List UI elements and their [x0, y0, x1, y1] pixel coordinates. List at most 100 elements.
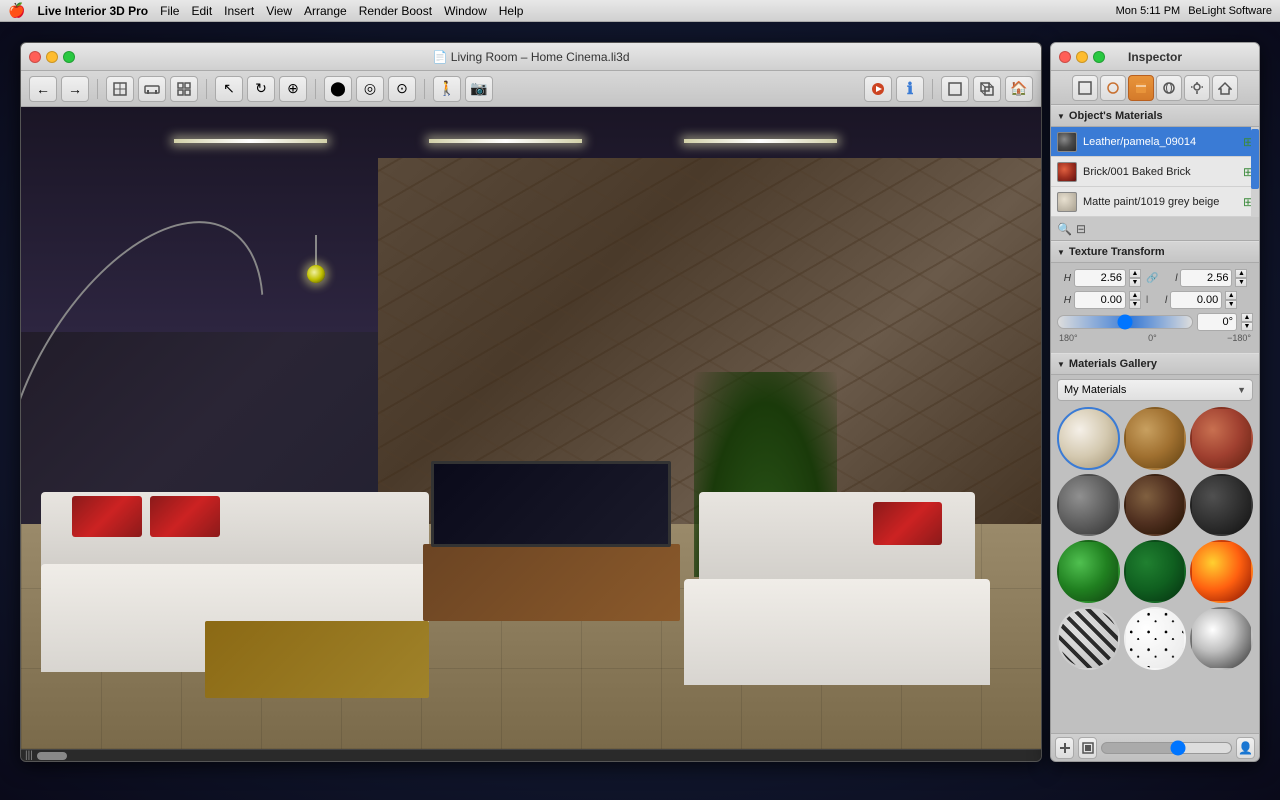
material-item-brick[interactable]: Brick/001 Baked Brick ⊞	[1051, 157, 1259, 187]
3d-view-button[interactable]	[973, 76, 1001, 102]
gallery-item-dark[interactable]	[1190, 474, 1253, 537]
angle-labels: 180° 0° −180°	[1057, 333, 1253, 343]
walk-tool[interactable]: 🚶	[433, 76, 461, 102]
separator-2	[206, 79, 207, 99]
insert-menu[interactable]: Insert	[224, 4, 254, 18]
pendant-light	[307, 235, 325, 283]
angle-stepper[interactable]: ▲ ▼	[1241, 313, 1253, 331]
angle-input[interactable]	[1197, 313, 1237, 331]
gallery-item-fire[interactable]	[1190, 540, 1253, 603]
home-view-button[interactable]: 🏠	[1005, 76, 1033, 102]
ring-tool[interactable]: ◎	[356, 76, 384, 102]
angle-slider[interactable]	[1057, 315, 1193, 329]
angle-up[interactable]: ▲	[1241, 313, 1253, 322]
camera-tool[interactable]: 📷	[465, 76, 493, 102]
render-button[interactable]	[864, 76, 892, 102]
inspector-close[interactable]	[1059, 51, 1071, 63]
3d-scene[interactable]	[21, 107, 1041, 749]
main-area: 📄 Living Room – Home Cinema.li3d ← → ↖ ↻…	[0, 22, 1280, 800]
separator-1	[97, 79, 98, 99]
gallery-item-wood-light[interactable]	[1124, 407, 1187, 470]
scrollbar-thumb[interactable]	[37, 752, 67, 760]
app-menu[interactable]: Live Interior 3D Pro	[37, 4, 148, 18]
orbit-tool[interactable]: ↻	[247, 76, 275, 102]
help-menu[interactable]: Help	[499, 4, 524, 18]
offset-x-down[interactable]: ▼	[1129, 300, 1141, 309]
render-boost-menu[interactable]: Render Boost	[359, 4, 432, 18]
offset-y-down[interactable]: ▼	[1225, 300, 1237, 309]
fullscreen-button[interactable]	[63, 51, 75, 63]
furnish-button[interactable]	[138, 76, 166, 102]
gallery-section-header: ▼ Materials Gallery	[1051, 353, 1259, 375]
scale-y-down[interactable]: ▼	[1235, 278, 1247, 287]
cylinder-tool[interactable]: ⊙	[388, 76, 416, 102]
add-material-button[interactable]	[1055, 737, 1074, 759]
grid-view-icon[interactable]: ⊟	[1076, 222, 1086, 236]
gallery-item-cream[interactable]	[1057, 407, 1120, 470]
inspector-sphere-tab[interactable]	[1156, 75, 1182, 101]
material-item-paint[interactable]: Matte paint/1019 grey beige ⊞	[1051, 187, 1259, 217]
inspector-minimize[interactable]	[1076, 51, 1088, 63]
gallery-item-chrome[interactable]	[1190, 607, 1253, 670]
2d-view-button[interactable]	[941, 76, 969, 102]
scale-x-up[interactable]: ▲	[1129, 269, 1141, 278]
offset-y-input[interactable]	[1170, 291, 1222, 309]
gallery-item-zebra[interactable]	[1057, 607, 1120, 670]
offset-y-up[interactable]: ▲	[1225, 291, 1237, 300]
gallery-item-brick[interactable]	[1190, 407, 1253, 470]
gallery-item-concrete[interactable]	[1057, 474, 1120, 537]
inspector-floor-plan-tab[interactable]	[1072, 75, 1098, 101]
scale-x-stepper[interactable]: ▲ ▼	[1129, 269, 1141, 287]
viewport-toolbar: ← → ↖ ↻ ⊕ ⬤ ◎ ⊙ 🚶 📷	[21, 71, 1041, 107]
material-name-brick: Brick/001 Baked Brick	[1083, 166, 1237, 178]
edit-menu[interactable]: Edit	[191, 4, 212, 18]
floor-plan-button[interactable]	[106, 76, 134, 102]
zoom-slider[interactable]	[1101, 742, 1232, 754]
offset-x-input[interactable]	[1074, 291, 1126, 309]
scale-x-input[interactable]	[1074, 269, 1126, 287]
back-button[interactable]: ←	[29, 76, 57, 102]
objects-materials-section: ▼ Object's Materials	[1051, 105, 1259, 127]
offset-y-stepper[interactable]: ▲ ▼	[1225, 291, 1237, 309]
scale-x-down[interactable]: ▼	[1129, 278, 1141, 287]
person-view-button[interactable]: 👤	[1236, 737, 1255, 759]
inspector-home-tab[interactable]	[1212, 75, 1238, 101]
gallery-item-spots[interactable]	[1124, 607, 1187, 670]
inspector-material-tab[interactable]	[1128, 75, 1154, 101]
viewport-scrollbar[interactable]: |||	[21, 749, 1041, 761]
scale-y-stepper[interactable]: ▲ ▼	[1235, 269, 1247, 287]
viewport-window: 📄 Living Room – Home Cinema.li3d ← → ↖ ↻…	[20, 42, 1042, 762]
offset-x-up[interactable]: ▲	[1129, 291, 1141, 300]
pan-tool[interactable]: ⊕	[279, 76, 307, 102]
inspector-fullscreen[interactable]	[1093, 51, 1105, 63]
fit-button[interactable]	[1078, 737, 1097, 759]
gallery-item-green[interactable]	[1057, 540, 1120, 603]
arrange-menu[interactable]: Arrange	[304, 4, 347, 18]
tv-unit	[409, 428, 695, 621]
view-menu[interactable]: View	[266, 4, 292, 18]
material-item-leather[interactable]: Leather/pamela_09014 ⊞	[1051, 127, 1259, 157]
inspector-object-tab[interactable]	[1100, 75, 1126, 101]
materials-scrollbar[interactable]	[1251, 127, 1259, 217]
sphere-tool[interactable]: ⬤	[324, 76, 352, 102]
select-tool[interactable]: ↖	[215, 76, 243, 102]
angle-down[interactable]: ▼	[1241, 322, 1253, 331]
close-button[interactable]	[29, 51, 41, 63]
scale-y-up[interactable]: ▲	[1235, 269, 1247, 278]
inspector-light-tab[interactable]	[1184, 75, 1210, 101]
scale-y-input[interactable]	[1180, 269, 1232, 287]
apple-menu[interactable]: 🍎	[8, 2, 25, 19]
materials-scrollbar-thumb[interactable]	[1251, 129, 1259, 189]
file-menu[interactable]: File	[160, 4, 179, 18]
gallery-item-green-dark[interactable]	[1124, 540, 1187, 603]
menubar-right: Mon 5:11 PM BeLight Software	[1116, 5, 1272, 17]
gallery-dropdown[interactable]: My Materials ▼	[1057, 379, 1253, 401]
viewport-titlebar: 📄 Living Room – Home Cinema.li3d	[21, 43, 1041, 71]
forward-button[interactable]: →	[61, 76, 89, 102]
window-menu[interactable]: Window	[444, 4, 487, 18]
minimize-button[interactable]	[46, 51, 58, 63]
structure-button[interactable]	[170, 76, 198, 102]
gallery-item-wood-dark[interactable]	[1124, 474, 1187, 537]
info-button[interactable]: ℹ	[896, 76, 924, 102]
offset-x-stepper[interactable]: ▲ ▼	[1129, 291, 1141, 309]
